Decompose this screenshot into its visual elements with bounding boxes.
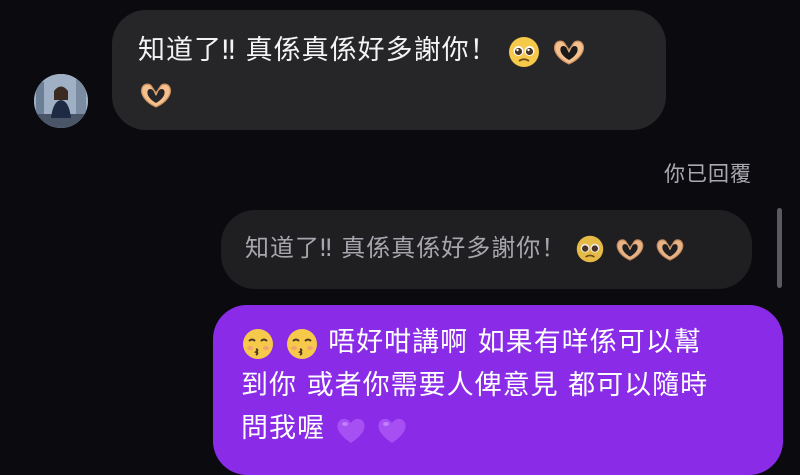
heart-hands-icon: [616, 238, 643, 261]
purple-heart-icon: [378, 418, 406, 443]
outgoing-message-line-2: 到你 或者你需要人俾意見 都可以隨時: [241, 370, 709, 401]
outgoing-message-line-3: 問我喔: [241, 413, 325, 444]
quoted-message-text: 知道了‼ 真係真係好多謝你！: [245, 234, 567, 262]
pleading-face-icon: [576, 235, 604, 263]
reply-label: 你已回覆: [664, 162, 752, 186]
quoted-message-bubble[interactable]: 知道了‼ 真係真係好多謝你！: [221, 210, 752, 289]
avatar-photo: [34, 74, 88, 128]
heart-hands-icon: [553, 40, 584, 65]
heart-hands-icon: [140, 83, 172, 108]
kissing-face-icon: [286, 328, 317, 359]
heart-hands-icon: [656, 238, 684, 261]
outgoing-message-line-1: 唔好咁講啊 如果有咩係可以幫: [328, 327, 702, 358]
incoming-message-text: 知道了‼ 真係真係好多謝你！: [138, 35, 498, 66]
purple-heart-icon: [337, 418, 365, 443]
avatar[interactable]: [34, 74, 88, 128]
scrollbar[interactable]: [777, 208, 782, 288]
pleading-face-icon: [509, 36, 540, 67]
outgoing-message-bubble[interactable]: 唔好咁講啊 如果有咩係可以幫 到你 或者你需要人俾意見 都可以隨時 問我喔: [213, 305, 783, 475]
incoming-message-bubble[interactable]: 知道了‼ 真係真係好多謝你！: [112, 10, 666, 130]
kissing-face-icon: [243, 328, 273, 359]
